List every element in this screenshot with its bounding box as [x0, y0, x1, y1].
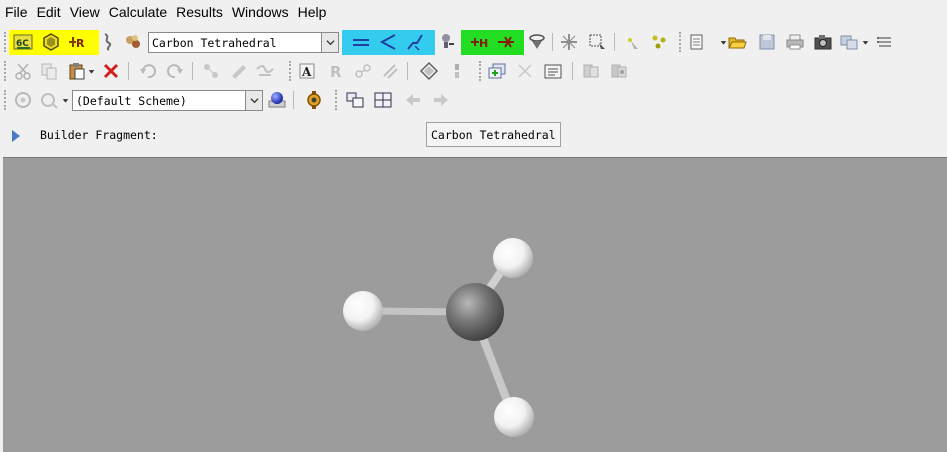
color-scheme-combo[interactable]: (Default Scheme) — [72, 90, 263, 111]
element-fragment-icon[interactable]: 6C — [12, 31, 34, 53]
color-sphere-icon[interactable] — [266, 89, 288, 111]
save-icon[interactable] — [756, 31, 778, 53]
svg-text:H: H — [479, 37, 488, 50]
modify-angle-icon[interactable] — [377, 31, 399, 53]
chevron-down-icon[interactable] — [860, 31, 870, 53]
menu-file[interactable]: File — [5, 4, 28, 20]
biological-fragment-icon[interactable] — [122, 31, 144, 53]
expand-toggle-icon[interactable] — [12, 130, 20, 142]
chevron-down-icon[interactable] — [60, 89, 70, 111]
menu-calculate[interactable]: Calculate — [109, 4, 167, 20]
svg-text:R: R — [76, 37, 85, 50]
delete-icon[interactable] — [100, 60, 122, 82]
tile-icon[interactable] — [542, 60, 564, 82]
fragment-combo[interactable]: Carbon Tetrahedral — [148, 32, 339, 53]
toolbar-separator — [552, 33, 553, 51]
paste-icon[interactable] — [66, 60, 88, 82]
layers-icon[interactable] — [580, 60, 602, 82]
layers-alt-icon[interactable] — [608, 60, 630, 82]
builder-fragment-label: Builder Fragment: — [40, 128, 158, 142]
toolbar-separator — [293, 91, 294, 109]
link-icon[interactable] — [352, 60, 374, 82]
toolbar-gripper[interactable] — [4, 61, 7, 81]
list-icon[interactable] — [874, 31, 896, 53]
translate-icon[interactable] — [254, 60, 276, 82]
close-window-icon[interactable] — [514, 60, 536, 82]
scheme-combo-value: (Default Scheme) — [76, 93, 187, 108]
select-atom-icon[interactable] — [621, 31, 643, 53]
display-alt-icon[interactable] — [38, 89, 60, 111]
forward-arrow-icon[interactable] — [430, 89, 452, 111]
delete-atom-icon[interactable] — [495, 31, 517, 53]
molecule-canvas[interactable] — [3, 158, 947, 452]
new-icon[interactable] — [686, 31, 708, 53]
toolbar-separator — [407, 62, 408, 80]
grid-icon[interactable] — [372, 89, 394, 111]
atom-hydrogen[interactable] — [493, 238, 533, 278]
atom-hydrogen[interactable] — [343, 291, 383, 331]
window-icon[interactable] — [838, 31, 860, 53]
svg-text:R: R — [330, 63, 342, 81]
toolbar-separator — [614, 33, 615, 51]
modify-bond-icon[interactable] — [350, 31, 372, 53]
toolbar-gripper[interactable] — [479, 61, 482, 81]
atom-carbon[interactable] — [446, 283, 504, 341]
ring-fragment-icon[interactable] — [40, 31, 62, 53]
builder-fragment-bar: Builder Fragment: Carbon Tetrahedral — [0, 118, 947, 153]
builder-fragment-value: Carbon Tetrahedral — [426, 122, 561, 147]
menu-view[interactable]: View — [70, 4, 100, 20]
print-icon[interactable] — [784, 31, 806, 53]
add-window-icon[interactable] — [486, 60, 508, 82]
open-icon[interactable] — [726, 31, 748, 53]
spring-icon[interactable] — [446, 60, 468, 82]
menu-edit[interactable]: Edit — [37, 4, 61, 20]
add-valence-icon[interactable]: H — [468, 31, 490, 53]
r-group-fragment-icon[interactable]: R — [66, 31, 88, 53]
redo-icon[interactable] — [164, 60, 186, 82]
menu-bar: File Edit View Calculate Results Windows… — [0, 0, 947, 24]
text-icon[interactable]: A — [296, 60, 318, 82]
toolbar-separator — [572, 62, 573, 80]
toolbar-row-edit: A R — [0, 57, 947, 85]
rotate-icon[interactable] — [228, 60, 250, 82]
mirror-icon[interactable] — [648, 31, 670, 53]
modify-dihedral-icon[interactable] — [404, 31, 426, 53]
toolbar-gripper[interactable] — [289, 61, 292, 81]
toolbar-row-builder: 6C R Carbon Tetrahedral H — [0, 28, 947, 56]
menu-windows[interactable]: Windows — [232, 4, 289, 20]
undo-icon[interactable] — [137, 60, 159, 82]
molecule-viewport[interactable] — [3, 157, 947, 452]
select-region-icon[interactable] — [586, 31, 608, 53]
save-image-icon[interactable] — [812, 31, 834, 53]
toolbar-separator — [192, 62, 193, 80]
back-arrow-icon[interactable] — [402, 89, 424, 111]
clean-icon[interactable] — [526, 31, 548, 53]
menu-help[interactable]: Help — [298, 4, 327, 20]
windows-icon[interactable] — [344, 89, 366, 111]
toolbar-gripper[interactable] — [679, 32, 682, 52]
svg-text:A: A — [301, 65, 312, 79]
toolbar-gripper[interactable] — [335, 90, 338, 110]
invert-icon[interactable] — [200, 60, 222, 82]
chevron-down-icon[interactable] — [321, 33, 338, 52]
inquire-icon[interactable] — [436, 31, 458, 53]
cut-icon[interactable] — [12, 60, 34, 82]
display-icon[interactable] — [12, 89, 34, 111]
toolbar-gripper[interactable] — [4, 32, 7, 52]
atom-hydrogen[interactable] — [494, 397, 534, 437]
toolbar-row-display: (Default Scheme) — [0, 86, 947, 114]
rebuild-icon[interactable] — [558, 31, 580, 53]
r-icon[interactable]: R — [325, 60, 347, 82]
chevron-down-icon[interactable] — [86, 60, 96, 82]
diamond-icon[interactable] — [418, 60, 440, 82]
toolbar-separator — [128, 62, 129, 80]
settings-icon[interactable] — [303, 89, 325, 111]
toolbar-gripper[interactable] — [4, 90, 7, 110]
copy-icon[interactable] — [38, 60, 60, 82]
fragment-combo-value: Carbon Tetrahedral — [152, 35, 277, 50]
stack-icon[interactable] — [379, 60, 401, 82]
menu-results[interactable]: Results — [176, 4, 223, 20]
chevron-down-icon[interactable] — [245, 91, 262, 110]
custom-fragment-icon[interactable] — [96, 31, 118, 53]
